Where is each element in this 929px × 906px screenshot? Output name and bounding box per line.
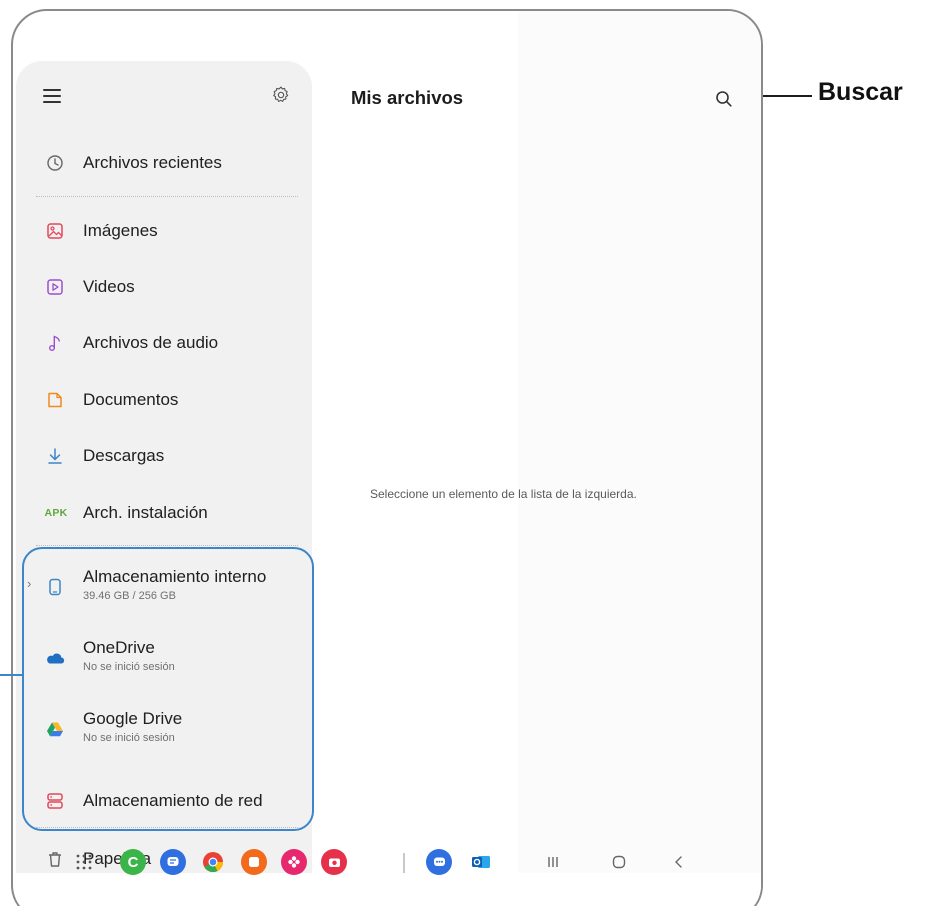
camera-app-icon[interactable] — [321, 849, 347, 875]
highlight-callout-line — [0, 674, 22, 676]
apps-grid-icon[interactable] — [71, 849, 97, 875]
drawer-item-install-files[interactable]: APK Arch. instalación — [16, 493, 312, 533]
drawer-item-label: Descargas — [83, 446, 165, 465]
divider — [36, 196, 298, 197]
recents-icon[interactable] — [541, 849, 565, 875]
drawer-item-label: Archivos recientes — [83, 153, 222, 172]
drawer-item-label: Imágenes — [83, 221, 158, 240]
drawer-item-images[interactable]: Imágenes — [16, 211, 312, 251]
trash-icon — [49, 852, 61, 867]
taskbar-divider — [403, 853, 405, 873]
storage-highlight-box — [22, 547, 314, 831]
gallery-app-icon[interactable] — [281, 849, 307, 875]
apk-icon: APK — [44, 507, 68, 519]
messages-app-icon[interactable] — [160, 849, 186, 875]
download-icon — [48, 448, 62, 464]
video-icon — [47, 279, 63, 295]
clock-icon — [47, 155, 63, 171]
phone-app-icon[interactable]: C — [120, 849, 146, 875]
drawer-item-label: Documentos — [83, 390, 179, 409]
search-callout-label: Buscar — [818, 78, 903, 106]
document-icon — [48, 392, 62, 408]
hamburger-menu-icon[interactable] — [43, 89, 61, 103]
drawer-item-label: Videos — [83, 277, 135, 296]
chrome-icon[interactable] — [200, 849, 226, 875]
back-icon[interactable] — [667, 849, 691, 875]
notes-app-icon[interactable] — [241, 849, 267, 875]
divider — [36, 545, 298, 546]
gear-icon[interactable] — [271, 85, 291, 105]
drawer-item-label: Arch. instalación — [83, 503, 208, 522]
empty-state-message: Seleccione un elemento de la lista de la… — [370, 487, 637, 501]
drawer-item-label: Archivos de audio — [83, 333, 219, 352]
taskbar — [16, 873, 761, 906]
drawer-item-documents[interactable]: Documentos — [16, 380, 312, 420]
search-icon[interactable] — [714, 89, 734, 109]
screen: Buscar Archivos recientes Imágenes Video… — [0, 0, 929, 906]
outlook-icon[interactable] — [468, 849, 494, 875]
drawer-item-audio[interactable]: Archivos de audio — [16, 323, 312, 363]
home-icon[interactable] — [607, 849, 631, 875]
image-icon — [47, 223, 63, 239]
drawer-item-downloads[interactable]: Descargas — [16, 436, 312, 476]
right-pane-background — [518, 11, 761, 906]
page-title: Mis archivos — [351, 87, 464, 108]
drawer-item-recent[interactable]: Archivos recientes — [16, 143, 312, 183]
music-note-icon — [48, 335, 60, 351]
chat-app-icon[interactable] — [426, 849, 452, 875]
drawer-item-videos[interactable]: Videos — [16, 267, 312, 307]
